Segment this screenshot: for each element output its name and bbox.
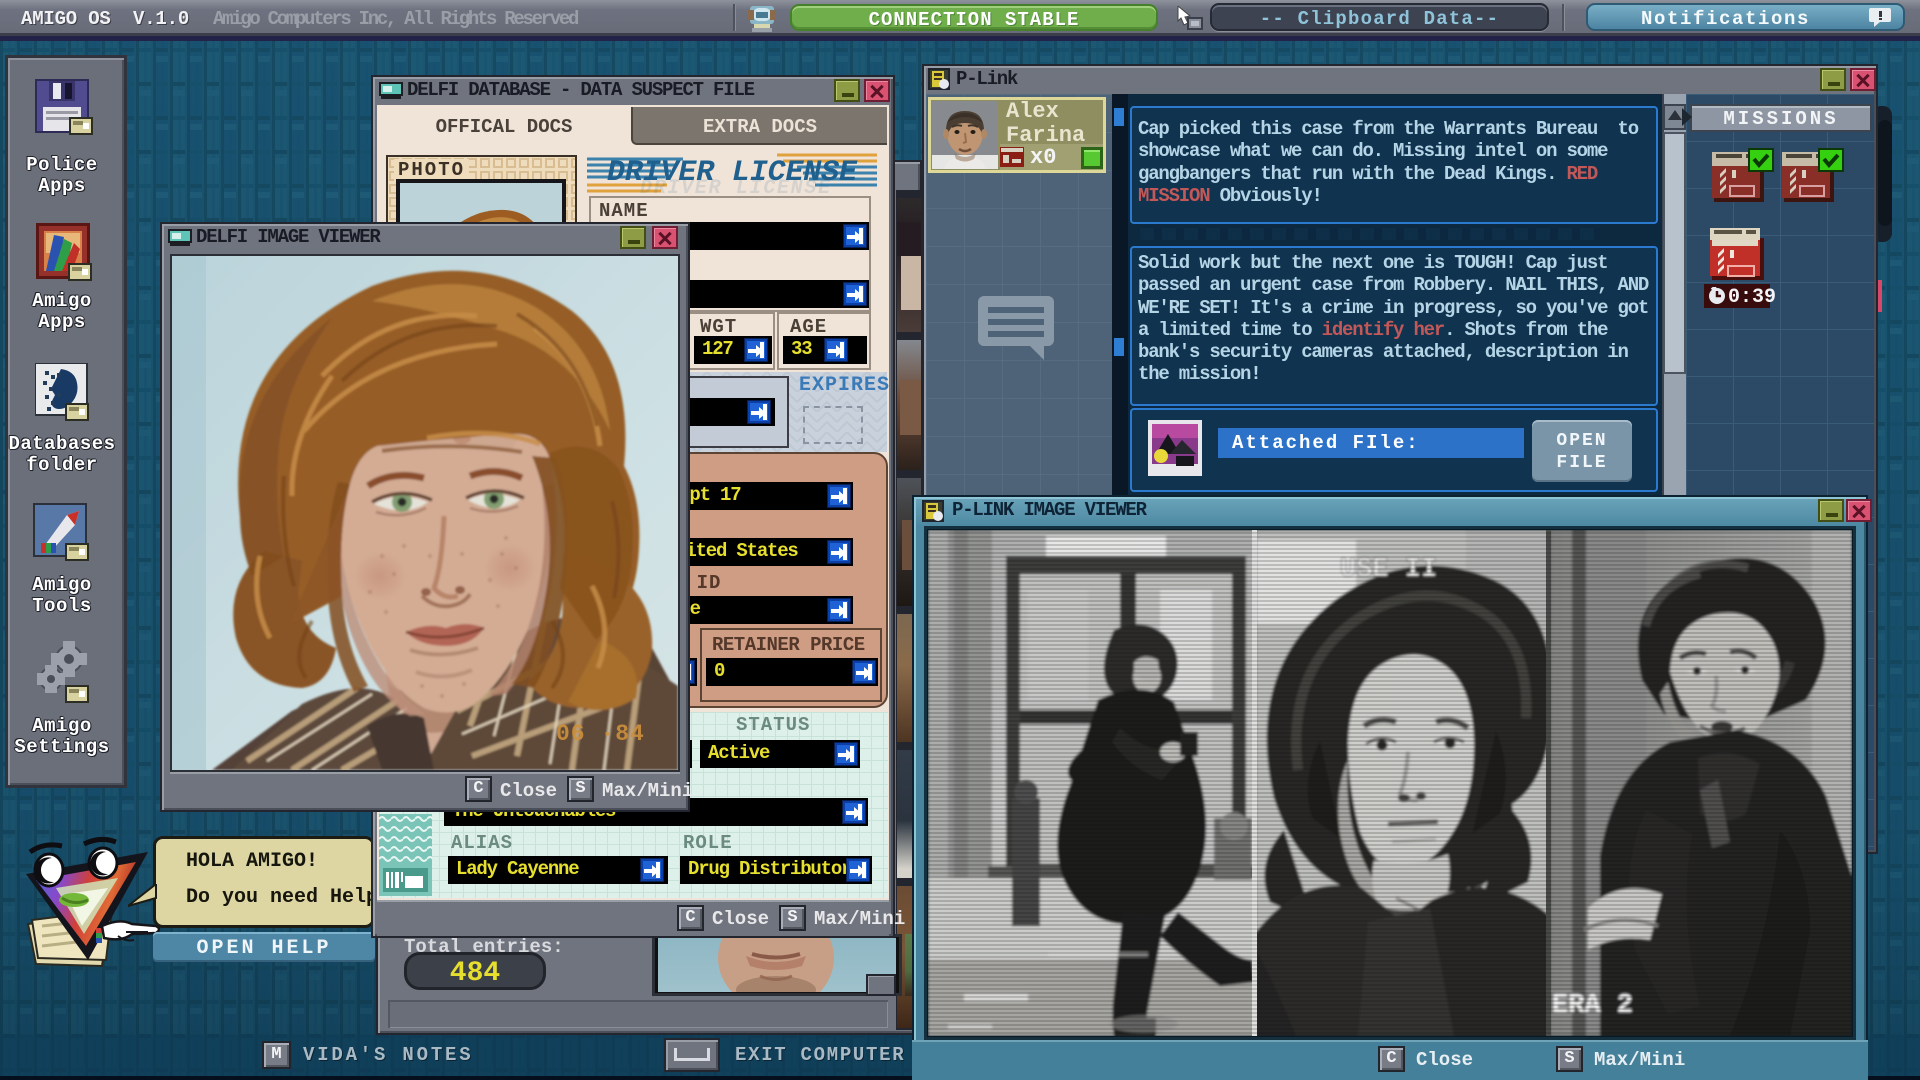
svg-text:DRIVER LICENSE: DRIVER LICENSE [640, 177, 831, 194]
